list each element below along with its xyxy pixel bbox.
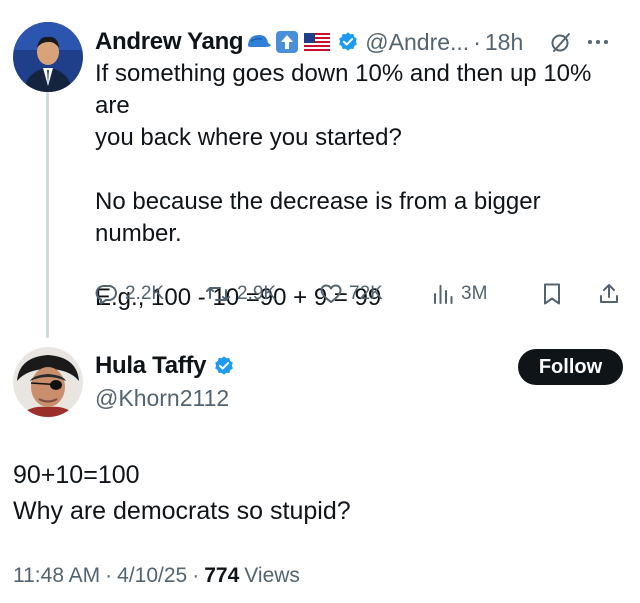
reply-author-block: Hula Taffy @Khorn2112: [95, 350, 495, 414]
parent-tweet-header: Andrew Yang @Andre... · 18h: [95, 26, 630, 58]
reply-author-name[interactable]: Hula Taffy: [95, 352, 207, 380]
reply-views-label: Views: [244, 564, 300, 587]
parent-tweet-text: If something goes down 10% and then up 1…: [95, 60, 592, 311]
tweet-action-bar: 2.2K 2.9K 72K 3M: [95, 282, 625, 312]
author-avatar-hula-taffy[interactable]: [13, 347, 83, 417]
author-avatar-andrew-yang[interactable]: [13, 22, 83, 92]
bookmark-button[interactable]: [541, 282, 563, 306]
more-options-icon[interactable]: [587, 38, 609, 46]
reply-author-handle[interactable]: @Khorn2112: [95, 382, 495, 414]
tweet-time[interactable]: 18h: [485, 29, 523, 56]
repost-count: 2.9K: [237, 283, 277, 304]
reply-tweet-text: 90+10=100 Why are democrats so stupid?: [13, 461, 351, 525]
like-button[interactable]: 72K: [319, 282, 383, 306]
like-count: 72K: [349, 283, 383, 304]
reply-tweet-date[interactable]: 4/10/25: [117, 564, 187, 588]
meta-separator-2: ·: [192, 564, 200, 587]
reply-tweet-time[interactable]: 11:48 AM: [13, 564, 100, 588]
us-flag-emoji-icon: [304, 33, 331, 51]
share-button[interactable]: [597, 282, 621, 306]
header-separator: ·: [473, 28, 481, 55]
follow-button[interactable]: Follow: [518, 349, 623, 385]
views-button[interactable]: 3M: [431, 282, 487, 306]
analytics-bar-icon: [434, 285, 453, 304]
reply-views-count: 774: [204, 564, 240, 587]
views-count: 3M: [461, 283, 488, 304]
share-icon: [600, 284, 618, 303]
thread-connector-line: [46, 92, 49, 338]
reply-icon: [95, 285, 117, 305]
verified-badge-icon: [337, 31, 359, 53]
meta-separator-1: ·: [105, 564, 113, 587]
reply-tweet-meta: 11:48 AM · 4/10/25 · 774 Views: [13, 564, 300, 588]
heart-icon: [320, 284, 342, 303]
author-name[interactable]: Andrew Yang: [95, 28, 244, 56]
blue-cap-emoji-icon: [246, 32, 272, 52]
author-handle[interactable]: @Andre...: [365, 29, 469, 56]
bookmark-icon: [544, 283, 560, 305]
reply-count: 2.2K: [125, 283, 165, 304]
reply-button[interactable]: 2.2K: [95, 282, 164, 306]
repost-button[interactable]: 2.9K: [205, 282, 276, 306]
grok-icon[interactable]: [549, 30, 573, 54]
repost-icon: [206, 287, 230, 301]
reply-verified-badge-icon: [213, 355, 235, 377]
up-arrow-emoji-icon: [275, 30, 299, 54]
